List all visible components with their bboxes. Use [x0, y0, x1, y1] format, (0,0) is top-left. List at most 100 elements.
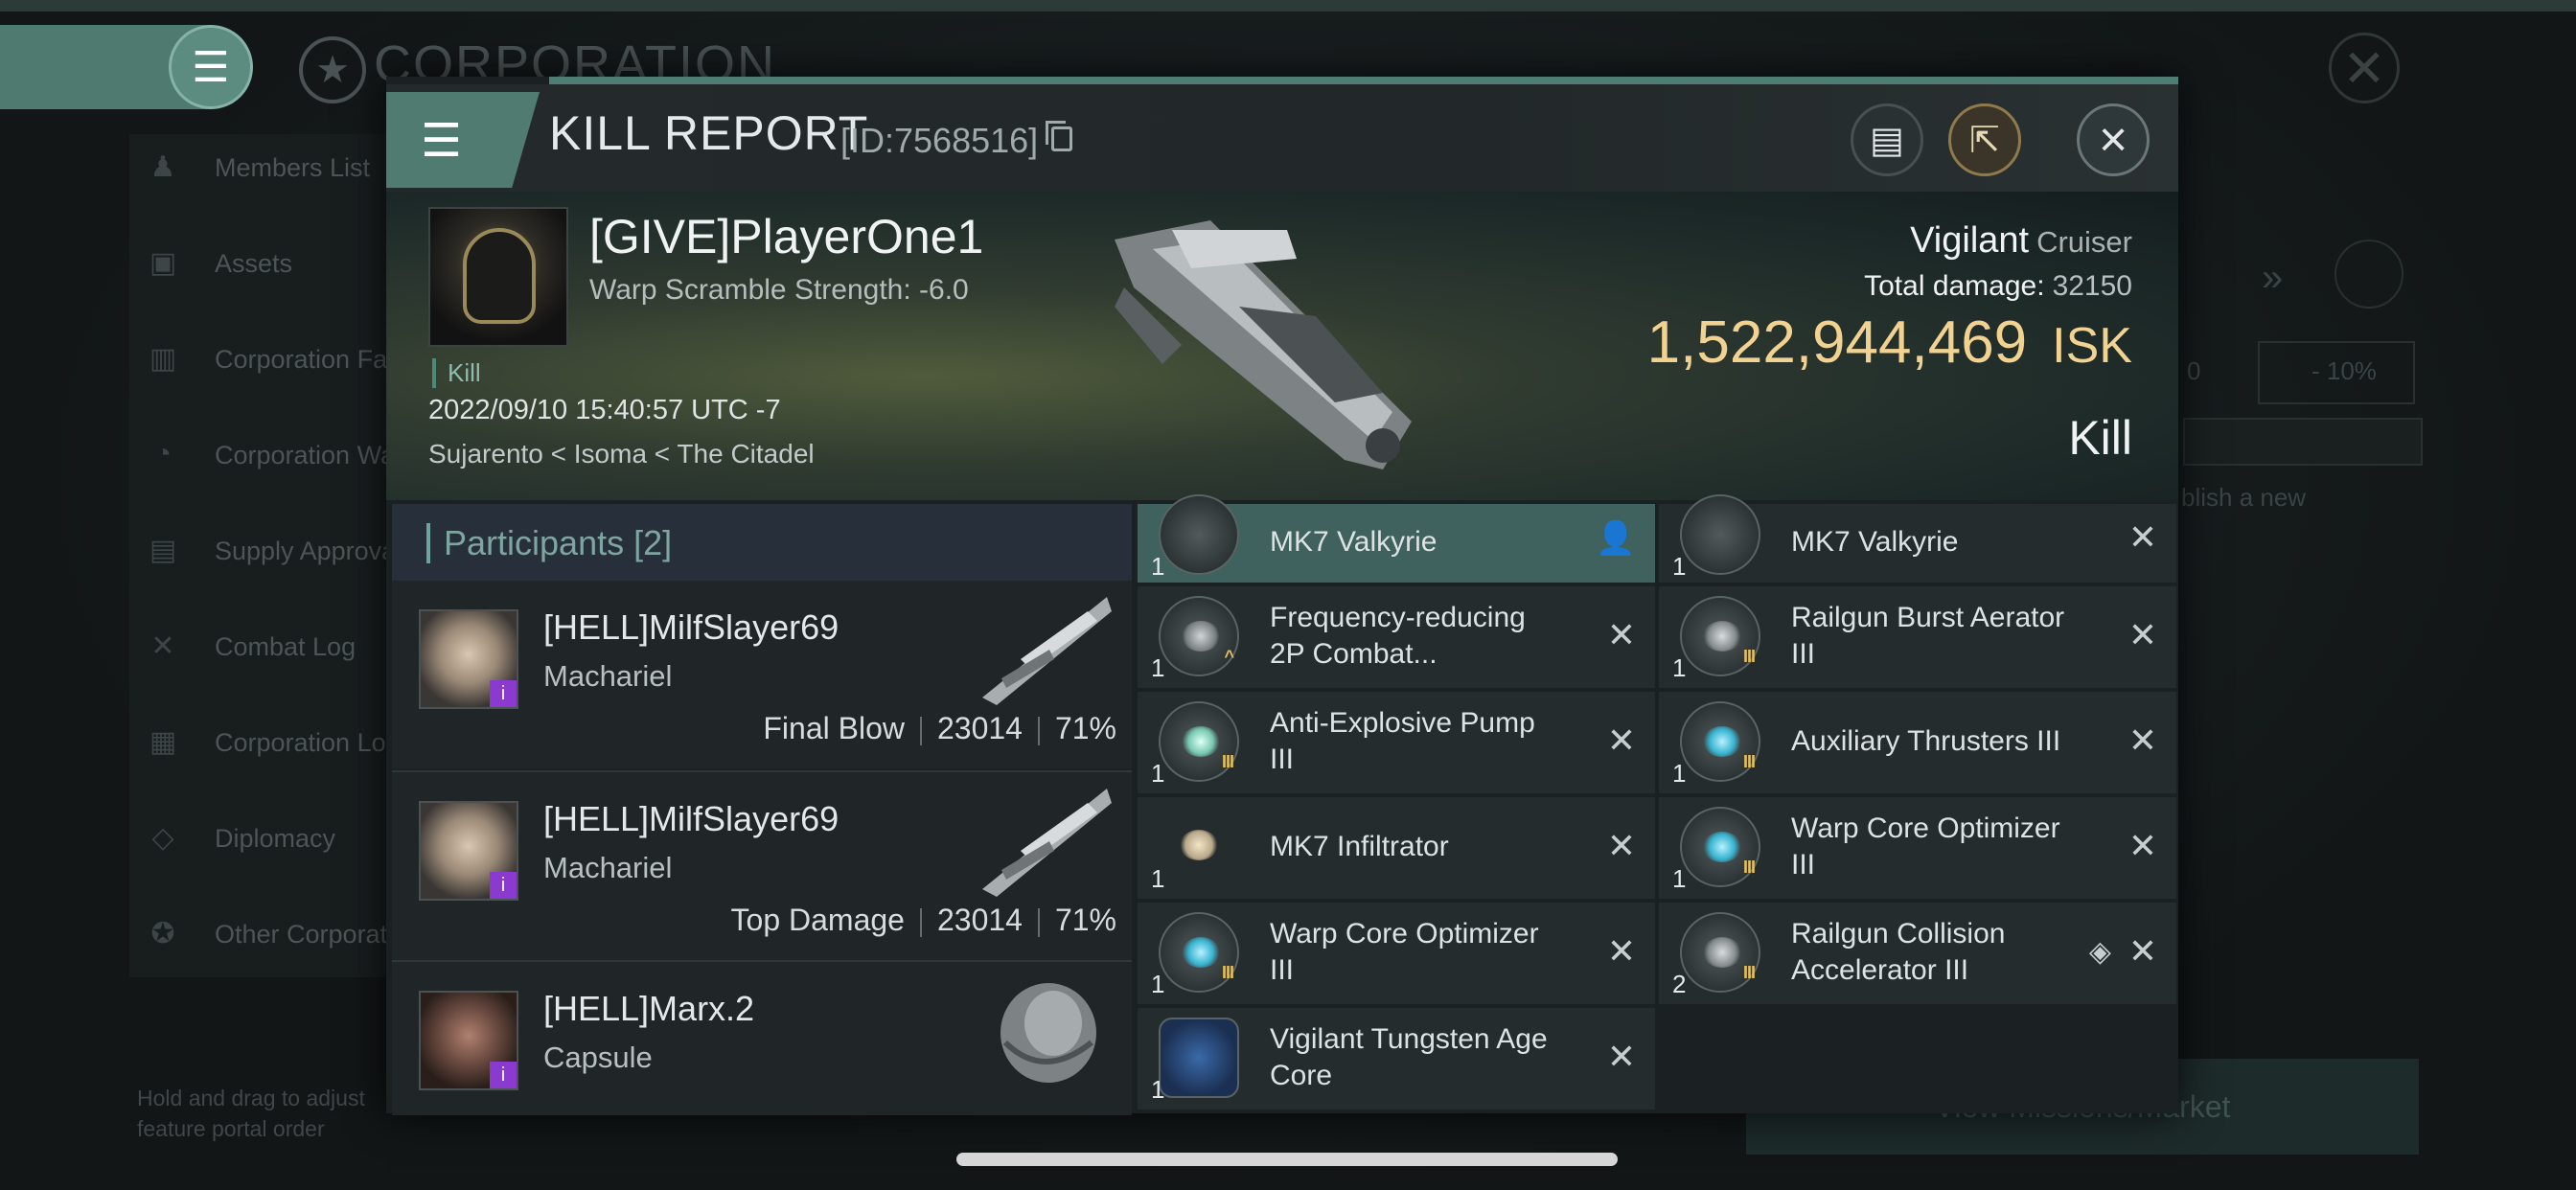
bg-hint-text: Hold and drag to adjust feature portal o…: [137, 1086, 365, 1141]
module-item[interactable]: 1 MK7 Infiltrator ✕: [1138, 797, 1655, 899]
sidebar-item-other-corp[interactable]: ✪ Other Corporat: [144, 905, 387, 963]
module-item[interactable]: III 1 Railgun Burst Aerator III ✕: [1659, 586, 2176, 688]
module-item[interactable]: ^ 1 Frequency-reducing 2P Combat... ✕: [1138, 586, 1655, 688]
module-item[interactable]: 1 Vigilant Tungsten Age Core ✕: [1138, 1008, 1655, 1110]
module-name: Warp Core Optimizer III: [1270, 918, 1539, 986]
module-name: MK7 Valkyrie: [1270, 526, 1438, 558]
sidebar-item-corp-log[interactable]: ▦ Corporation Lo: [144, 714, 386, 771]
info-badge-icon[interactable]: i: [490, 872, 517, 899]
total-damage-value: 32150: [2052, 270, 2132, 302]
remove-icon[interactable]: ✕: [2128, 931, 2157, 972]
participant-role: Final Blow: [763, 711, 905, 745]
info-badge-icon[interactable]: i: [490, 680, 517, 707]
members-icon: ♟: [150, 151, 176, 183]
ship-name-text: Vigilant: [1910, 220, 2030, 261]
diplomacy-icon: ◇: [151, 822, 174, 854]
remove-icon[interactable]: ✕: [2128, 615, 2157, 655]
other-corp-icon: ✪: [150, 918, 175, 950]
remove-icon[interactable]: ✕: [1607, 1037, 1636, 1077]
top-strip: [0, 0, 2576, 11]
sidebar-item-wallet[interactable]: ◔ Corporation Wa: [144, 426, 395, 484]
remove-icon[interactable]: ✕: [1607, 615, 1636, 655]
sidebar-item-facilities[interactable]: ▥ Corporation Fa: [144, 331, 387, 388]
module-item[interactable]: III 1 Anti-Explosive Pump III ✕: [1138, 692, 1655, 793]
copy-icon[interactable]: [1046, 121, 1072, 151]
bg-zero-text: 0: [2187, 356, 2201, 385]
module-icon: III: [1680, 596, 1760, 676]
sidebar-item-supply[interactable]: ▤ Supply Approva: [144, 522, 396, 580]
participants-title: Participants [2]: [426, 523, 672, 563]
participants-count: [2]: [633, 523, 673, 562]
sidebar-item-diplomacy[interactable]: ◇ Diplomacy: [144, 810, 335, 867]
participant-stats: Final Blow 23014 71%: [763, 711, 1116, 746]
remove-icon[interactable]: ✕: [1607, 721, 1636, 761]
sidebar-item-assets[interactable]: ▣ Assets: [144, 235, 292, 292]
module-item[interactable]: 1 MK7 Valkyrie 👤: [1138, 494, 1655, 583]
participant-percent: 71%: [1054, 711, 1116, 745]
module-item[interactable]: III 1 Auxiliary Thrusters III ✕: [1659, 692, 2176, 793]
isk-unit: ISK: [2052, 318, 2132, 374]
share-icon[interactable]: ⇱: [1948, 103, 2021, 176]
module-name: Warp Core Optimizer III: [1791, 812, 2060, 881]
page-title: KILL REPORT: [549, 106, 869, 160]
remove-icon[interactable]: ✕: [2128, 517, 2157, 558]
sidebar-item-combat-log[interactable]: ✕ Combat Log: [144, 618, 356, 675]
menu-icon: ☰: [421, 116, 463, 167]
module-qty: 1: [1151, 1075, 1165, 1104]
module-qty: 1: [1151, 970, 1165, 998]
remove-icon[interactable]: ✕: [1607, 931, 1636, 972]
module-name: Frequency-reducing 2P Combat...: [1270, 602, 1526, 670]
kill-location[interactable]: Sujarento < Isoma < The Citadel: [428, 439, 815, 469]
info-badge-icon[interactable]: i: [490, 1062, 517, 1088]
menu-tab[interactable]: ☰: [386, 92, 540, 188]
assets-icon: ▣: [149, 247, 177, 279]
module-item[interactable]: III 1 Warp Core Optimizer III ✕: [1138, 903, 1655, 1004]
participant-row[interactable]: i [HELL]MilfSlayer69 Machariel Top Damag…: [392, 770, 1132, 960]
facilities-icon: ▥: [149, 343, 177, 375]
bg-publish-text: blish a new: [2181, 483, 2307, 512]
total-damage: Total damage: 32150: [1864, 270, 2132, 303]
module-name: MK7 Infiltrator: [1270, 831, 1449, 862]
document-icon[interactable]: ▤: [1851, 103, 1923, 176]
kill-tag: Kill: [432, 358, 481, 388]
close-icon[interactable]: ×: [2077, 103, 2150, 176]
bg-menu-icon[interactable]: ☰: [169, 25, 253, 109]
combat-icon: ✕: [150, 630, 175, 662]
isk-value: 1,522,944,469 ISK: [1647, 309, 2132, 377]
module-name: Railgun Burst Aerator III: [1791, 602, 2065, 670]
warp-scramble-strength: Warp Scramble Strength: -6.0: [589, 274, 969, 306]
module-name: MK7 Valkyrie: [1791, 526, 1959, 558]
participant-ship: Machariel: [543, 851, 673, 884]
kill-id: [ID:7568516]: [840, 121, 1039, 160]
module-icon: [1159, 494, 1239, 575]
victim-avatar[interactable]: [428, 207, 568, 347]
module-qty: 1: [1151, 552, 1165, 581]
module-item[interactable]: III 1 Warp Core Optimizer III ✕: [1659, 797, 2176, 899]
victim-ship-name: Vigilant Cruiser: [1910, 220, 2132, 262]
bg-close-icon[interactable]: ✕: [2329, 33, 2400, 103]
kill-result: Kill: [2068, 411, 2132, 465]
victim-pilot-name[interactable]: [GIVE]PlayerOne1: [589, 209, 983, 264]
participant-role: Top Damage: [730, 903, 905, 937]
module-qty: 1: [1672, 653, 1687, 682]
module-qty: 1: [1151, 759, 1165, 788]
modal-header: ☰ KILL REPORT [ID:7568516] ▤ ⇱ ×: [386, 84, 2178, 192]
module-name: Railgun Collision Accelerator III: [1791, 918, 2006, 986]
participant-row[interactable]: i [HELL]Marx.2 Capsule: [392, 960, 1132, 1115]
participant-name: [HELL]Marx.2: [543, 989, 755, 1028]
participant-ship: Capsule: [543, 1041, 653, 1074]
kill-report-modal: ☰ KILL REPORT [ID:7568516] ▤ ⇱ × [GIVE]P…: [386, 77, 2178, 1115]
remove-icon[interactable]: ✕: [1607, 826, 1636, 866]
remove-icon[interactable]: ✕: [2128, 826, 2157, 866]
participant-row[interactable]: i [HELL]MilfSlayer69 Machariel Final Blo…: [392, 581, 1132, 768]
wallet-icon: ◔: [153, 438, 172, 469]
supply-icon: ▤: [149, 535, 177, 566]
module-item[interactable]: 1 MK7 Valkyrie ✕: [1659, 494, 2176, 583]
module-icon: III: [1680, 701, 1760, 782]
module-icon: ^: [1159, 596, 1239, 676]
sidebar-item-members[interactable]: ♟ Members List: [144, 139, 371, 196]
remove-icon[interactable]: ✕: [2128, 721, 2157, 761]
module-icon: III: [1159, 912, 1239, 993]
total-damage-label: Total damage:: [1864, 270, 2045, 302]
module-item[interactable]: III 2 Railgun Collision Accelerator III …: [1659, 903, 2176, 1004]
